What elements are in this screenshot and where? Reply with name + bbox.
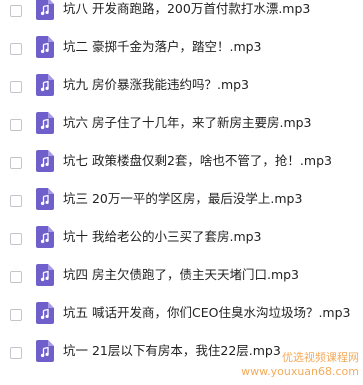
file-row[interactable]: 坑九 房价暴涨我能违约吗？.mp3 <box>0 69 363 107</box>
file-name: 坑九 房价暴涨我能违约吗？.mp3 <box>63 77 250 92</box>
audio-file-icon <box>36 188 54 210</box>
file-row[interactable]: 坑二 豪掷千金为落户，踏空！.mp3 <box>0 31 363 69</box>
file-checkbox[interactable] <box>10 271 22 283</box>
file-checkbox[interactable] <box>10 5 22 17</box>
file-name: 坑二 豪掷千金为落户，踏空！.mp3 <box>63 39 262 54</box>
file-row[interactable]: 坑三 20万一平的学区房，最后没学上.mp3 <box>0 183 363 221</box>
audio-file-icon <box>36 302 54 324</box>
audio-file-icon <box>36 74 54 96</box>
file-checkbox[interactable] <box>10 81 22 93</box>
file-row[interactable]: 坑五 喊话开发商，你们CEO住臭水沟垃圾场？.mp3 <box>0 297 363 335</box>
file-checkbox[interactable] <box>10 157 22 169</box>
file-row[interactable]: 坑六 房子住了十几年，来了新房主要房.mp3 <box>0 107 363 145</box>
file-name: 坑八 开发商跑路，200万首付款打水漂.mp3 <box>63 1 311 16</box>
file-name: 坑十 我给老公的小三买了套房.mp3 <box>63 229 262 244</box>
file-name: 坑六 房子住了十几年，来了新房主要房.mp3 <box>63 115 312 130</box>
audio-file-icon <box>36 340 54 362</box>
audio-file-icon <box>36 0 54 20</box>
file-row[interactable]: 坑十 我给老公的小三买了套房.mp3 <box>0 221 363 259</box>
file-checkbox[interactable] <box>10 119 22 131</box>
file-name: 坑七 政策楼盘仅剩2套，啥也不管了，抢！.mp3 <box>63 153 332 168</box>
file-name: 坑三 20万一平的学区房，最后没学上.mp3 <box>63 191 303 206</box>
file-list: 坑八 开发商跑路，200万首付款打水漂.mp3 坑二 豪掷千金为落户，踏空！.m… <box>0 0 363 385</box>
audio-file-icon <box>36 112 54 134</box>
file-checkbox[interactable] <box>10 309 22 321</box>
audio-file-icon <box>36 226 54 248</box>
file-checkbox[interactable] <box>10 195 22 207</box>
file-checkbox[interactable] <box>10 233 22 245</box>
audio-file-icon <box>36 36 54 58</box>
site-watermark: 优选视频课程网 www.youxuan68.com <box>241 351 359 379</box>
file-row[interactable]: 坑七 政策楼盘仅剩2套，啥也不管了，抢！.mp3 <box>0 145 363 183</box>
audio-file-icon <box>36 150 54 172</box>
watermark-url: www.youxuan68.com <box>241 365 359 378</box>
watermark-line: 优选视频课程网 <box>282 351 359 364</box>
file-row[interactable]: 坑四 房主欠债跑了，债主天天堵门口.mp3 <box>0 259 363 297</box>
audio-file-icon <box>36 264 54 286</box>
file-checkbox[interactable] <box>10 347 22 359</box>
file-name: 坑五 喊话开发商，你们CEO住臭水沟垃圾场？.mp3 <box>63 305 351 320</box>
file-name: 坑四 房主欠债跑了，债主天天堵门口.mp3 <box>63 267 300 282</box>
file-row[interactable]: 坑八 开发商跑路，200万首付款打水漂.mp3 <box>0 0 363 31</box>
file-checkbox[interactable] <box>10 43 22 55</box>
